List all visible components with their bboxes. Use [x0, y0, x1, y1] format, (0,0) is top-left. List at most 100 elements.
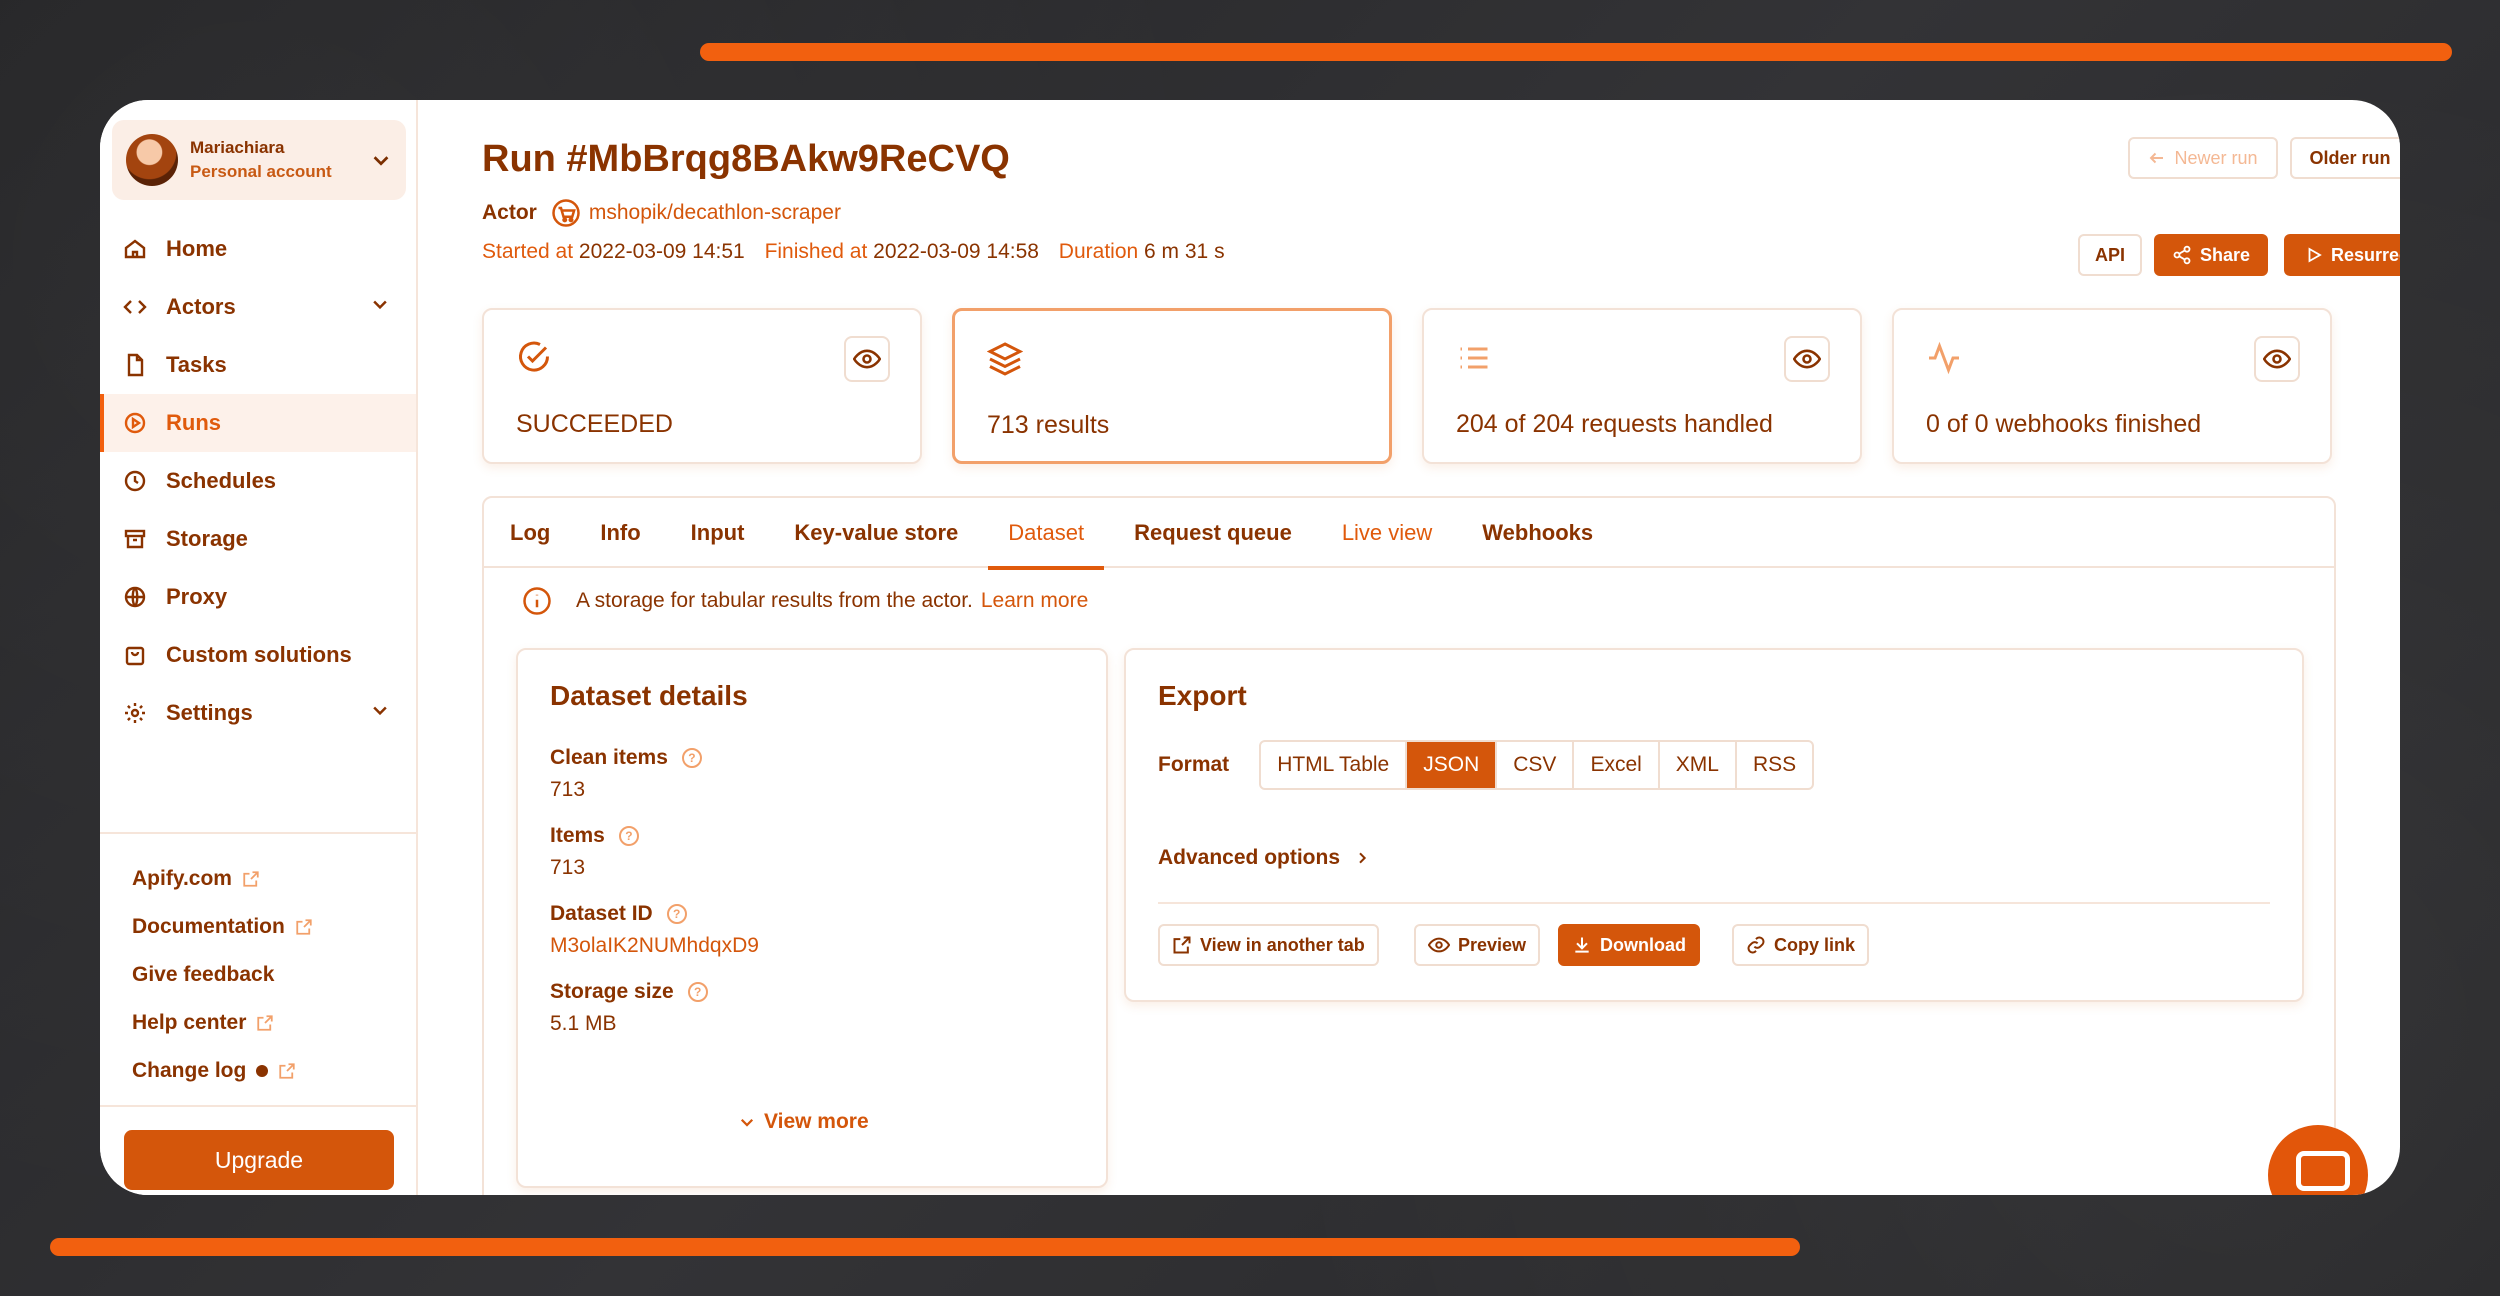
play-icon: [2308, 247, 2322, 263]
account-type: Personal account: [190, 162, 332, 181]
help-icon[interactable]: ?: [681, 748, 702, 768]
duration-label: Duration: [1058, 240, 1139, 263]
share-button[interactable]: Share: [2154, 234, 2268, 276]
started-value: 2022-03-09 14:51: [578, 240, 745, 263]
sidebar-item-label: Runs: [166, 410, 221, 435]
export-title: Export: [1158, 680, 1247, 711]
newer-run-button[interactable]: Newer run: [2128, 137, 2278, 179]
actor-link[interactable]: mshopik/decathlon-scraper: [589, 201, 841, 225]
format-html-table[interactable]: HTML Table: [1261, 742, 1408, 788]
format-excel[interactable]: Excel: [1574, 742, 1660, 788]
download-icon: [1575, 937, 1589, 953]
link-label: Help center: [132, 1011, 247, 1034]
link-give-feedback[interactable]: Give feedback: [132, 951, 313, 999]
link-label: Change log: [132, 1059, 247, 1082]
format-xml[interactable]: XML: [1660, 742, 1737, 788]
help-icon[interactable]: ?: [618, 826, 639, 846]
info-text: A storage for tabular results from the a…: [576, 589, 973, 612]
page-title: Run #MbBrqg8BAkw9ReCVQ: [482, 138, 1010, 180]
tab-key-value-store[interactable]: Key-value store: [794, 498, 958, 568]
sidebar-item-custom-solutions[interactable]: Custom solutions: [100, 626, 416, 684]
learn-more-link[interactable]: Learn more: [981, 589, 1088, 613]
link-label: Documentation: [132, 915, 285, 938]
account-name: Mariachiara: [190, 138, 285, 157]
eye-icon: [1428, 937, 1450, 953]
divider: [100, 1105, 416, 1107]
home-icon: [122, 236, 148, 262]
new-indicator-dot: [256, 1065, 269, 1077]
tab-info[interactable]: Info: [600, 498, 640, 568]
storage-size-label: Storage size: [550, 980, 674, 1003]
eye-icon[interactable]: [844, 336, 890, 382]
tab-log[interactable]: Log: [510, 498, 550, 568]
copy-link-button[interactable]: Copy link: [1732, 924, 1870, 966]
eye-icon[interactable]: [2254, 336, 2300, 382]
sidebar-item-tasks[interactable]: Tasks: [100, 336, 416, 394]
sidebar-item-settings[interactable]: Settings: [100, 684, 416, 742]
status-card: SUCCEEDED: [482, 308, 922, 464]
link-help-center[interactable]: Help center: [132, 999, 313, 1047]
tab-input[interactable]: Input: [691, 498, 745, 568]
api-button[interactable]: API: [2078, 234, 2142, 276]
decor-stripe-bottom: [50, 1238, 1800, 1256]
main-content: Run #MbBrqg8BAkw9ReCVQ Actor mshopik/dec…: [418, 100, 2400, 1195]
dataset-id-field: Dataset ID? M3olaIK2NUMhdqxD9: [550, 902, 759, 958]
globe-icon: [122, 584, 148, 610]
sidebar-item-home[interactable]: Home: [100, 220, 416, 278]
copy-link-label: Copy link: [1774, 934, 1856, 955]
tab-dataset[interactable]: Dataset: [988, 498, 1104, 570]
advanced-options-toggle[interactable]: Advanced options: [1158, 846, 1370, 870]
check-circle-icon: [519, 341, 550, 372]
chevron-right-icon: [1359, 853, 1366, 864]
older-run-button[interactable]: Older run: [2290, 137, 2400, 179]
dataset-id-value[interactable]: M3olaIK2NUMhdqxD9: [550, 934, 759, 958]
sidebar-item-runs[interactable]: Runs: [100, 394, 416, 452]
advanced-options-label: Advanced options: [1158, 846, 1341, 869]
external-link-icon: [257, 1015, 274, 1031]
resurrect-label: Resurrect: [2330, 244, 2400, 265]
upgrade-button[interactable]: Upgrade: [124, 1130, 394, 1190]
format-json[interactable]: JSON: [1407, 742, 1498, 788]
list-icon: [1460, 347, 1488, 369]
sidebar-item-proxy[interactable]: Proxy: [100, 568, 416, 626]
download-label: Download: [1600, 934, 1686, 955]
dataset-details-title: Dataset details: [550, 680, 748, 711]
dataset-info: A storage for tabular results from the a…: [522, 586, 1088, 616]
results-text: 713 results: [987, 411, 1110, 439]
help-icon[interactable]: ?: [666, 904, 687, 924]
finished-label: Finished at: [764, 240, 868, 263]
resurrect-button[interactable]: Resurrect: [2284, 234, 2400, 276]
link-apify[interactable]: Apify.com: [132, 855, 313, 903]
clean-items-value: 713: [550, 778, 586, 801]
link-documentation[interactable]: Documentation: [132, 903, 313, 951]
results-card[interactable]: 713 results: [952, 308, 1392, 464]
arrow-right-icon: [2399, 149, 2401, 167]
format-rss[interactable]: RSS: [1737, 742, 1812, 788]
storage-size-field: Storage size? 5.1 MB: [550, 980, 708, 1036]
sidebar-item-schedules[interactable]: Schedules: [100, 452, 416, 510]
sidebar-item-actors[interactable]: Actors: [100, 278, 416, 336]
sidebar-item-storage[interactable]: Storage: [100, 510, 416, 568]
account-switcher[interactable]: Mariachiara Personal account: [112, 120, 406, 200]
tab-live-view[interactable]: Live view: [1342, 498, 1432, 568]
view-in-another-tab-button[interactable]: View in another tab: [1158, 924, 1379, 966]
preview-button[interactable]: Preview: [1414, 924, 1541, 966]
tab-request-queue[interactable]: Request queue: [1134, 498, 1292, 568]
tab-webhooks[interactable]: Webhooks: [1482, 498, 1593, 568]
link-change-log[interactable]: Change log: [132, 1047, 313, 1095]
sidebar-item-label: Tasks: [166, 352, 227, 377]
tab-bar: Log Info Input Key-value store Dataset R…: [484, 498, 2334, 570]
gear-icon: [122, 700, 148, 726]
storage-size-value: 5.1 MB: [550, 1012, 617, 1035]
view-more-button[interactable]: View more: [738, 1110, 869, 1134]
sidebar-links: Apify.com Documentation Give feedback He…: [132, 855, 313, 1095]
help-icon[interactable]: ?: [687, 982, 708, 1002]
sidebar-nav: Home Actors Tasks Runs Schedules Storage…: [100, 220, 416, 742]
download-button[interactable]: Download: [1558, 924, 1700, 966]
chevron-down-icon: [370, 700, 390, 726]
items-field: Items? 713: [550, 824, 639, 880]
webhooks-card: 0 of 0 webhooks finished: [1892, 308, 2332, 464]
format-csv[interactable]: CSV: [1497, 742, 1575, 788]
eye-icon[interactable]: [1784, 336, 1830, 382]
actor-line: Actor mshopik/decathlon-scraper: [482, 198, 841, 228]
